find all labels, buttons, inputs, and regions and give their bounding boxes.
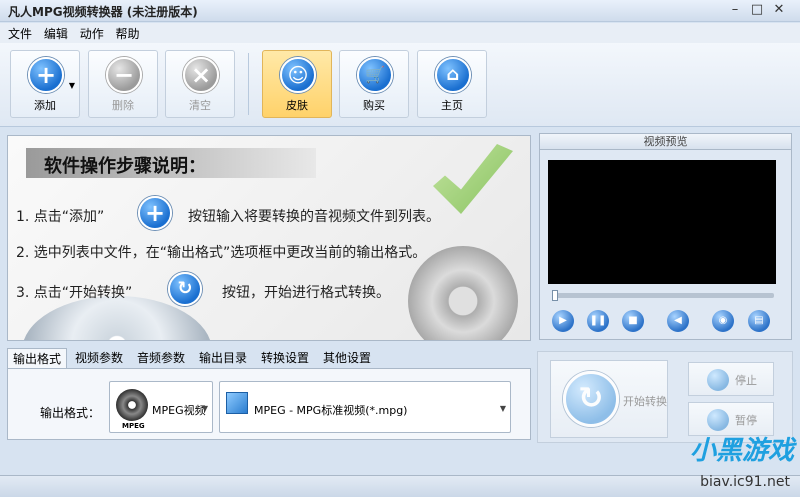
menu-action[interactable]: 动作 [72, 23, 104, 42]
minimize-button[interactable]: – [726, 2, 744, 18]
tab-video-params[interactable]: 视频参数 [69, 348, 129, 368]
x-icon: × [183, 57, 219, 93]
maximize-button[interactable]: □ [748, 2, 766, 18]
chevron-down-icon: ▼ [499, 404, 506, 413]
volume-icon[interactable]: ◀ [667, 310, 689, 332]
guide-heading: 软件操作步骤说明： [44, 156, 206, 177]
menu-edit[interactable]: 编辑 [36, 23, 68, 42]
format-value: MPEG - MPG标准视频(*.mpg) [254, 404, 408, 417]
menu-help[interactable]: 帮助 [108, 23, 140, 42]
output-format-panel: 输出格式： MPEG MPEG视频 ▼ MPEG - MPG标准视频(*.mpg… [7, 368, 531, 440]
snapshot-icon[interactable]: ◉ [712, 310, 734, 332]
stop-icon[interactable]: ■ [622, 310, 644, 332]
start-convert-button[interactable]: ↻ 开始转换 [550, 360, 668, 438]
convert-arrow-icon: ↻ [168, 272, 202, 306]
toolbar-separator [248, 53, 249, 115]
cube-icon [226, 392, 248, 414]
format-category-select[interactable]: MPEG MPEG视频 ▼ [109, 381, 213, 433]
dropdown-arrow-icon[interactable]: ▼ [69, 81, 75, 90]
tab-output-dir[interactable]: 输出目录 [193, 348, 253, 368]
shopping-cart-icon: 🛒 [357, 57, 393, 93]
smiley-icon: ☺ [280, 57, 316, 93]
guide-step-1a: 1. 点击“添加” [16, 209, 105, 225]
menu-bar: 文件 编辑 动作 帮助 [0, 23, 800, 43]
menu-file[interactable]: 文件 [0, 23, 32, 42]
watermark-url: biav.ic91.net [700, 474, 790, 490]
minus-icon: − [106, 57, 142, 93]
watermark-logo: 小黑游戏 [689, 436, 794, 466]
tab-output-format[interactable]: 输出格式 [7, 348, 67, 368]
file-list-guide[interactable]: 软件操作步骤说明： 1. 点击“添加” + 按钮输入将要转换的音视频文件到列表。… [7, 135, 531, 341]
home-button[interactable]: ⌂ 主页 [417, 50, 487, 118]
mpeg-icon-text: MPEG [122, 422, 145, 430]
guide-heading-banner: 软件操作步骤说明： [26, 148, 316, 178]
convert-arrow-icon: ↻ [563, 371, 619, 427]
film-reel-icon [116, 389, 148, 421]
guide-step-3a: 3. 点击“开始转换” [16, 285, 133, 301]
delete-button[interactable]: − 删除 [88, 50, 158, 118]
plus-icon: + [28, 57, 64, 93]
title-bar: 凡人MPG视频转换器 (未注册版本) – □ ✕ [0, 0, 800, 22]
stop-button[interactable]: 停止 [688, 362, 774, 396]
video-preview-panel: 视频预览 ▶ ❚❚ ■ ◀ ◉ ▤ [539, 133, 792, 340]
buy-button[interactable]: 🛒 购买 [339, 50, 409, 118]
home-icon: ⌂ [435, 57, 471, 93]
play-icon[interactable]: ▶ [552, 310, 574, 332]
stop-icon [707, 369, 729, 391]
tab-other-settings[interactable]: 其他设置 [317, 348, 377, 368]
format-select[interactable]: MPEG - MPG标准视频(*.mpg) ▼ [219, 381, 511, 433]
guide-step-3b: 按钮，开始进行格式转换。 [222, 285, 390, 301]
guide-step-2: 2. 选中列表中文件，在“输出格式”选项框中更改当前的输出格式。 [16, 245, 427, 261]
tab-audio-params[interactable]: 音频参数 [131, 348, 191, 368]
window-title: 凡人MPG视频转换器 (未注册版本) [8, 5, 198, 19]
video-screen [548, 160, 776, 284]
guide-step-1b: 按钮输入将要转换的音视频文件到列表。 [188, 209, 440, 225]
status-bar [0, 475, 800, 497]
checkmark-arrow-decoration [433, 144, 513, 214]
preview-title: 视频预览 [540, 134, 791, 150]
skin-button[interactable]: ☺ 皮肤 [262, 50, 332, 118]
plus-icon: + [138, 196, 172, 230]
chevron-down-icon: ▼ [201, 404, 208, 413]
pause-icon[interactable]: ❚❚ [587, 310, 609, 332]
clear-button[interactable]: × 清空 [165, 50, 235, 118]
output-format-label: 输出格式： [40, 406, 101, 420]
tab-convert-settings[interactable]: 转换设置 [255, 348, 315, 368]
toolbar: + 添加 ▼ − 删除 × 清空 ☺ 皮肤 🛒 购买 ⌂ 主页 [0, 43, 800, 127]
add-button[interactable]: + 添加 ▼ [10, 50, 80, 118]
seek-handle[interactable] [552, 290, 558, 301]
format-category-value: MPEG视频 [152, 404, 206, 417]
pause-icon [707, 409, 729, 431]
close-button[interactable]: ✕ [770, 2, 788, 18]
folder-icon[interactable]: ▤ [748, 310, 770, 332]
seek-bar[interactable] [552, 293, 774, 298]
